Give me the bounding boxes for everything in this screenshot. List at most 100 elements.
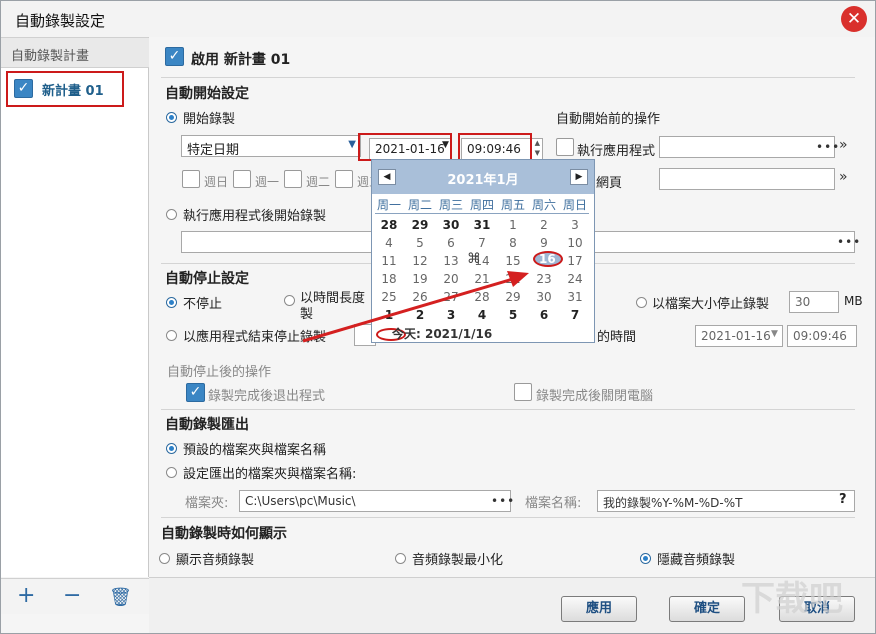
- weekday-mon-checkbox[interactable]: [233, 170, 251, 188]
- weekday-sun-checkbox[interactable]: [182, 170, 200, 188]
- browse-dots-icon[interactable]: •••: [837, 235, 861, 249]
- start-section-title: 自動開始設定: [165, 86, 249, 102]
- calendar-day[interactable]: 31: [468, 218, 496, 232]
- folder-label: 檔案夾:: [185, 496, 229, 511]
- calendar-day[interactable]: 10: [561, 236, 589, 250]
- minimize-recorder-radio[interactable]: [395, 553, 406, 564]
- next-month-button[interactable]: ▶: [570, 169, 588, 185]
- exit-app-label: 錄製完成後退出程式: [208, 389, 326, 404]
- close-button[interactable]: ✕: [841, 6, 867, 32]
- hide-recorder-radio[interactable]: [640, 553, 651, 564]
- no-stop-radio[interactable]: [166, 297, 177, 308]
- stop-by-app-end-radio[interactable]: [166, 330, 177, 341]
- stop-section-title: 自動停止設定: [165, 271, 249, 287]
- calendar-day[interactable]: 4: [375, 236, 403, 250]
- shutdown-checkbox[interactable]: [514, 383, 532, 401]
- chevron-down-icon: ▼: [348, 139, 356, 150]
- calendar-day[interactable]: 29: [406, 218, 434, 232]
- red-arrow-annotation: [302, 271, 529, 343]
- browse-dots-icon[interactable]: •••: [816, 140, 840, 154]
- default-export-radio[interactable]: [166, 443, 177, 454]
- calendar-weekday: 周日: [562, 198, 587, 212]
- start-record-radio[interactable]: [166, 112, 177, 123]
- filename-label: 檔案名稱:: [525, 496, 582, 511]
- plan-sidebar: 自動錄製計畫 新計畫 01 + − 🗑: [1, 37, 149, 614]
- calendar-month: 2021年1月: [447, 173, 519, 188]
- weekday-wed-checkbox[interactable]: [335, 170, 353, 188]
- highlight-box: [358, 133, 452, 161]
- after-stop-title: 自動停止後的操作: [167, 365, 272, 380]
- stop-time-spinner[interactable]: 09:09:46: [787, 325, 857, 347]
- calendar-day[interactable]: 17: [561, 254, 589, 268]
- calendar-day[interactable]: 24: [561, 272, 589, 286]
- enable-plan-checkbox[interactable]: [165, 47, 184, 66]
- dialog-window: 自動錄製設定 ✕ 自動錄製計畫 新計畫 01 + − 🗑 啟用 新計畫 01 自…: [0, 0, 876, 634]
- before-start-title: 自動開始前的操作: [556, 112, 661, 127]
- hide-recorder-label: 隱藏音頻錄製: [657, 553, 736, 568]
- stop-by-size-label: 以檔案大小停止錄製: [652, 297, 770, 312]
- calendar-header: ◀ 2021年1月 ▶: [372, 160, 594, 194]
- run-app-path-input[interactable]: [659, 136, 835, 158]
- custom-export-radio[interactable]: [166, 467, 177, 478]
- chevron-right-icon[interactable]: »: [839, 137, 848, 153]
- ok-button[interactable]: 確定: [669, 596, 745, 622]
- calendar-day[interactable]: 7: [561, 308, 589, 322]
- plan-list-item[interactable]: 新計畫 01: [6, 71, 124, 107]
- no-stop-label: 不停止: [183, 297, 223, 312]
- calendar-day[interactable]: 5: [406, 236, 434, 250]
- trash-icon[interactable]: 🗑: [109, 587, 132, 609]
- size-unit: MB: [844, 294, 863, 308]
- calendar-day[interactable]: 2: [530, 218, 558, 232]
- calendar-divider: [375, 213, 589, 214]
- calendar-day[interactable]: 6: [437, 236, 465, 250]
- plan-item-label: 新計畫 01: [42, 84, 104, 99]
- chevron-right-icon[interactable]: »: [839, 169, 848, 185]
- size-input[interactable]: 30: [789, 291, 839, 313]
- calendar-day[interactable]: 1: [499, 218, 527, 232]
- divider: [161, 517, 855, 518]
- add-plan-button[interactable]: +: [17, 585, 35, 607]
- calendar-day[interactable]: 31: [561, 290, 589, 304]
- calendar-day[interactable]: 8: [499, 236, 527, 250]
- export-section-title: 自動錄製匯出: [165, 417, 249, 433]
- remove-plan-button[interactable]: −: [63, 585, 81, 607]
- exit-app-checkbox[interactable]: [186, 383, 205, 402]
- title-bar: 自動錄製設定 ✕: [1, 1, 875, 37]
- stop-date-picker[interactable]: 2021-01-16: [695, 325, 783, 347]
- display-section-title: 自動錄製時如何顯示: [161, 526, 287, 542]
- chevron-down-icon: ▼: [771, 329, 778, 339]
- show-recorder-radio[interactable]: [159, 553, 170, 564]
- calendar-weekday: 周三: [438, 198, 463, 212]
- watermark-logo: 下载吧: [741, 579, 843, 619]
- start-record-label: 開始錄製: [183, 112, 236, 127]
- start-mode-select[interactable]: 特定日期 ▼: [181, 135, 361, 157]
- window-title: 自動錄製設定: [15, 12, 106, 30]
- calendar-day[interactable]: 3: [561, 218, 589, 232]
- run-app-checkbox[interactable]: [556, 138, 574, 156]
- filename-input[interactable]: 我的錄製%Y-%M-%D-%T: [597, 490, 855, 512]
- help-icon[interactable]: ?: [839, 492, 847, 507]
- sidebar-toolbar: + − 🗑: [1, 578, 149, 614]
- weekday-sun-label: 週日: [204, 175, 229, 189]
- apply-button[interactable]: 應用: [561, 596, 637, 622]
- default-export-label: 預設的檔案夾與檔案名稱: [183, 443, 327, 458]
- calendar-day[interactable]: 28: [375, 218, 403, 232]
- stop-by-size-radio[interactable]: [636, 297, 647, 308]
- calendar-day[interactable]: 9: [530, 236, 558, 250]
- calendar-day[interactable]: 30: [437, 218, 465, 232]
- calendar-weekday: 周五: [500, 198, 525, 212]
- calendar-weekday: 周二: [407, 198, 432, 212]
- plan-checkbox[interactable]: [14, 79, 33, 98]
- calendar-day[interactable]: 7: [468, 236, 496, 250]
- after-app-start-radio[interactable]: [166, 209, 177, 220]
- spinner-icon[interactable]: ▲ ▼: [535, 139, 540, 158]
- sidebar-header: 自動錄製計畫: [1, 38, 149, 68]
- open-web-input[interactable]: [659, 168, 835, 190]
- browse-dots-icon[interactable]: •••: [491, 494, 515, 508]
- weekday-tue-checkbox[interactable]: [284, 170, 302, 188]
- mouse-cursor-icon: ⌘: [467, 251, 481, 267]
- divider: [161, 409, 855, 410]
- weekday-tue-label: 週二: [306, 175, 331, 189]
- folder-input[interactable]: C:\Users\pc\Music\: [239, 490, 511, 512]
- minimize-recorder-label: 音頻錄製最小化: [412, 553, 504, 568]
